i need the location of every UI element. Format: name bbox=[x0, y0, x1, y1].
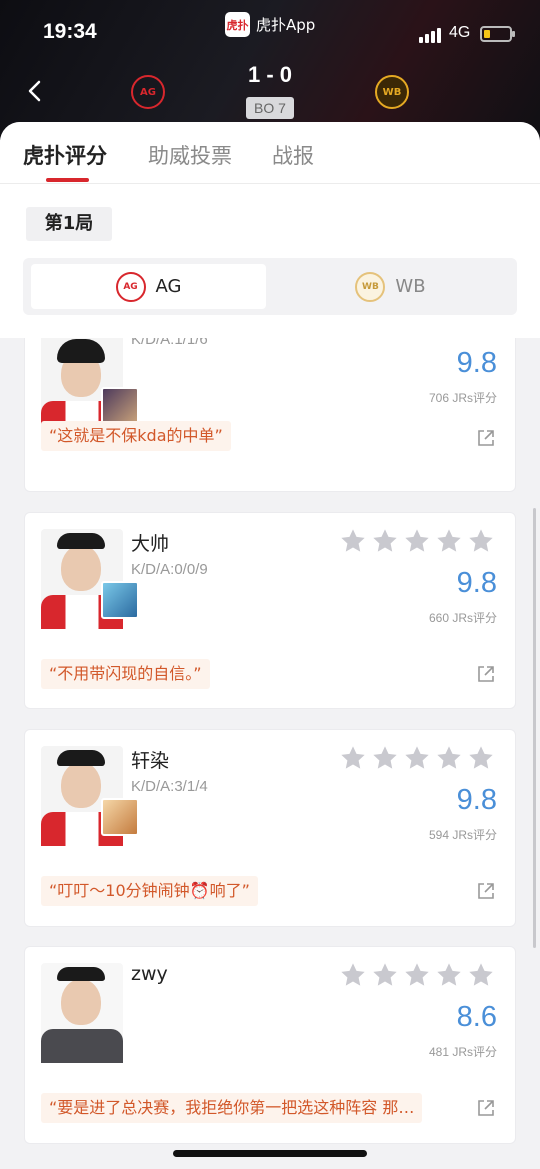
share-icon[interactable] bbox=[477, 665, 495, 683]
wb-logo-icon: WB bbox=[355, 271, 386, 302]
player-avatar bbox=[41, 746, 139, 846]
player-name: 轩染 bbox=[131, 750, 170, 772]
star-icon[interactable] bbox=[467, 527, 495, 555]
player-votes: 660 JRs评分 bbox=[428, 611, 497, 625]
player-votes: 481 JRs评分 bbox=[428, 1045, 497, 1059]
player-kda: K/D/A:0/0/9 bbox=[131, 561, 208, 578]
app-indicator[interactable]: 虎扑 虎扑App bbox=[225, 12, 315, 37]
star-rating-input[interactable] bbox=[339, 961, 495, 989]
team-option-label: AG bbox=[155, 276, 182, 297]
share-icon[interactable] bbox=[477, 1099, 495, 1117]
player-card[interactable]: zwy 8.6 481 JRs评分 “要是进了总决赛，我拒绝你第一把选这种阵容 … bbox=[24, 946, 516, 1144]
player-rating: 9.8 bbox=[456, 347, 497, 379]
player-card[interactable]: 轩染 K/D/A:3/1/4 9.8 594 JRs评分 “叮叮～10分钟闹钟⏰… bbox=[24, 729, 516, 927]
player-kda: K/D/A:3/1/4 bbox=[131, 778, 208, 795]
match-score: 1 - 0 bbox=[247, 62, 293, 87]
tab-hupu-rating[interactable]: 虎扑评分 bbox=[23, 140, 107, 170]
player-quote: “不用带闪现的自信。” bbox=[41, 659, 210, 689]
share-icon[interactable] bbox=[477, 429, 495, 447]
player-rating: 9.8 bbox=[456, 784, 497, 816]
player-votes: 594 JRs评分 bbox=[428, 828, 497, 842]
player-name: 大帅 bbox=[131, 533, 170, 555]
team-toggle: AG AG WB WB bbox=[23, 258, 517, 315]
player-quote: “要是进了总决赛，我拒绝你第一把选这种阵容 那… bbox=[41, 1093, 423, 1123]
hupu-logo-icon: 虎扑 bbox=[225, 12, 250, 37]
player-quote: “叮叮～10分钟闹钟⏰响了” bbox=[41, 876, 258, 906]
player-avatar bbox=[41, 963, 123, 1063]
match-header: 19:34 虎扑 虎扑App 4G AG 1 - 0 BO 7 WB bbox=[0, 0, 540, 140]
player-rating: 9.8 bbox=[456, 567, 497, 599]
star-icon[interactable] bbox=[339, 527, 367, 555]
star-rating-input[interactable] bbox=[339, 527, 495, 555]
tab-bar: 虎扑评分 助威投票 战报 bbox=[0, 122, 540, 184]
tab-support-vote[interactable]: 助威投票 bbox=[148, 140, 232, 170]
match-format-badge: BO 7 bbox=[246, 97, 294, 119]
player-card[interactable]: K/D/A:1/1/6 9.8 706 JRs评分 “这就是不保kda的中单” bbox=[24, 338, 516, 492]
player-avatar bbox=[41, 529, 139, 629]
battery-icon bbox=[480, 26, 515, 42]
star-rating-input[interactable] bbox=[339, 744, 495, 772]
ag-logo-icon: AG bbox=[115, 271, 146, 302]
tab-match-report[interactable]: 战报 bbox=[272, 140, 314, 170]
star-icon[interactable] bbox=[371, 527, 399, 555]
star-icon[interactable] bbox=[435, 961, 463, 989]
player-name: zwy bbox=[131, 963, 168, 985]
team-option-ag[interactable]: AG AG bbox=[31, 264, 266, 309]
team-right-logo[interactable]: WB bbox=[375, 75, 409, 109]
star-icon[interactable] bbox=[435, 527, 463, 555]
scrollbar[interactable] bbox=[533, 508, 536, 948]
star-icon[interactable] bbox=[339, 961, 367, 989]
team-option-label: WB bbox=[395, 276, 426, 297]
star-icon[interactable] bbox=[403, 527, 431, 555]
signal-icon bbox=[419, 28, 441, 43]
star-icon[interactable] bbox=[467, 744, 495, 772]
star-icon[interactable] bbox=[435, 744, 463, 772]
network-type: 4G bbox=[449, 24, 471, 41]
game-chip[interactable]: 第1局 bbox=[26, 207, 112, 241]
status-bar: 19:34 虎扑 虎扑App 4G bbox=[0, 0, 540, 60]
star-icon[interactable] bbox=[339, 744, 367, 772]
star-icon[interactable] bbox=[371, 744, 399, 772]
hero-portrait-icon bbox=[101, 798, 139, 836]
player-votes: 706 JRs评分 bbox=[428, 391, 497, 405]
star-icon[interactable] bbox=[403, 961, 431, 989]
home-indicator[interactable] bbox=[173, 1150, 367, 1157]
star-icon[interactable] bbox=[403, 744, 431, 772]
player-rating: 8.6 bbox=[456, 1001, 497, 1033]
status-time: 19:34 bbox=[43, 20, 97, 43]
game-selector: 第1局 AG AG WB WB bbox=[0, 184, 540, 338]
app-name: 虎扑App bbox=[256, 16, 316, 34]
content-sheet: 虎扑评分 助威投票 战报 第1局 AG AG WB WB K/D/A:1/1/6… bbox=[0, 122, 540, 1169]
share-icon[interactable] bbox=[477, 882, 495, 900]
player-quote: “这就是不保kda的中单” bbox=[41, 421, 231, 451]
player-card[interactable]: 大帅 K/D/A:0/0/9 9.8 660 JRs评分 “不用带闪现的自信。” bbox=[24, 512, 516, 709]
tab-active-indicator bbox=[46, 178, 89, 182]
star-icon[interactable] bbox=[371, 961, 399, 989]
player-kda: K/D/A:1/1/6 bbox=[131, 338, 208, 348]
hero-portrait-icon bbox=[101, 581, 139, 619]
hero-portrait-icon bbox=[101, 387, 139, 425]
star-icon[interactable] bbox=[467, 961, 495, 989]
team-option-wb[interactable]: WB WB bbox=[273, 264, 508, 309]
player-rating-list: K/D/A:1/1/6 9.8 706 JRs评分 “这就是不保kda的中单” … bbox=[0, 338, 540, 1169]
